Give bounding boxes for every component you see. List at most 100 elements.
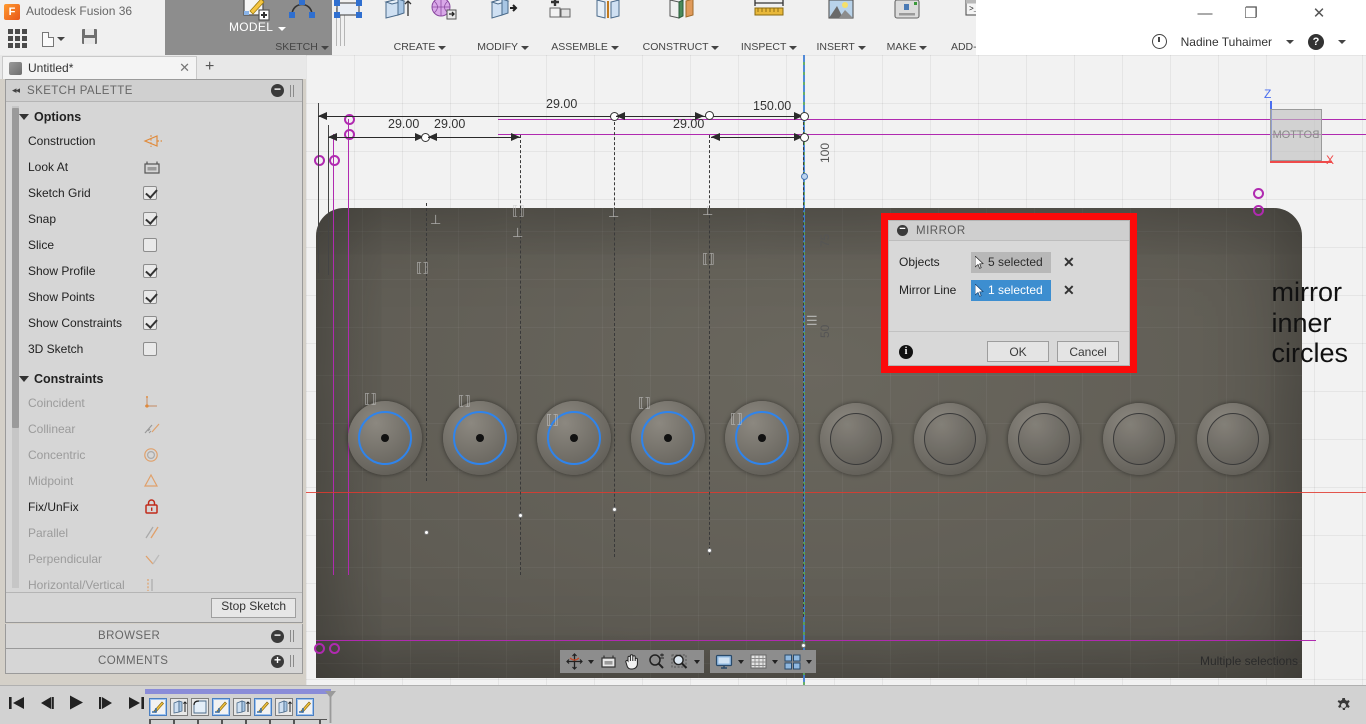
joint-button[interactable] xyxy=(585,0,631,47)
help-icon[interactable]: ? xyxy=(1308,33,1324,50)
pan-button[interactable] xyxy=(622,652,642,671)
3d-sketch-checkbox[interactable] xyxy=(143,342,157,356)
browser-panel-header[interactable]: BROWSER − xyxy=(5,624,303,649)
add-tab-button[interactable]: + xyxy=(205,58,214,76)
app-grid-button[interactable] xyxy=(8,29,28,49)
dim-right-29[interactable]: 29.00 xyxy=(673,117,704,131)
construction-line-3[interactable] xyxy=(614,117,615,557)
construction-line-2[interactable] xyxy=(520,135,521,575)
sketch-line-left-outer[interactable] xyxy=(348,119,349,575)
spline-button[interactable] xyxy=(279,0,325,47)
construction-icon[interactable] xyxy=(143,132,165,150)
origin-point[interactable] xyxy=(801,173,808,180)
display-settings-button[interactable] xyxy=(714,652,734,671)
gear-icon[interactable] xyxy=(1335,697,1352,714)
close-button[interactable]: ✕ xyxy=(1296,0,1342,28)
stop-sketch-button[interactable]: Stop Sketch xyxy=(211,597,296,618)
sketch-point[interactable] xyxy=(344,129,355,140)
collapse-left-icon[interactable]: ◂◂ xyxy=(12,85,20,96)
chevron-down-icon[interactable] xyxy=(1286,39,1294,44)
timeline-sketch-1[interactable] xyxy=(149,698,167,716)
chevron-down-icon[interactable] xyxy=(806,659,812,664)
show-profile-checkbox[interactable] xyxy=(143,264,157,278)
palette-row-show-constraints[interactable]: Show Constraints xyxy=(6,310,302,336)
sketch-line-left-inner[interactable] xyxy=(333,134,334,575)
palette-row-sketch-grid[interactable]: Sketch Grid xyxy=(6,180,302,206)
constraint-glyph[interactable]: ⟦⟧ xyxy=(546,412,559,428)
dim-line-second29[interactable] xyxy=(428,137,520,138)
sketch-point[interactable] xyxy=(1253,188,1264,199)
constraint-glyph[interactable]: ⊥ xyxy=(430,212,441,228)
sketch-line-top-outer[interactable] xyxy=(498,119,1366,120)
hole-1[interactable] xyxy=(348,401,422,475)
mesh-button[interactable] xyxy=(420,0,466,47)
hole-center-point[interactable] xyxy=(664,434,672,442)
timeline-end-marker[interactable] xyxy=(325,691,336,723)
dim-second-29[interactable]: 29.00 xyxy=(434,117,465,131)
ribbon-group-label[interactable]: CONSTRUCT xyxy=(632,41,730,53)
hole-9[interactable] xyxy=(1103,403,1175,475)
ribbon-group-label[interactable]: ASSEMBLE xyxy=(538,41,632,53)
section-header-constraints[interactable]: Constraints xyxy=(6,362,302,390)
look-at-icon[interactable] xyxy=(143,158,165,176)
hole-4[interactable] xyxy=(631,401,705,475)
sketch-line-top-inner[interactable] xyxy=(498,134,1366,135)
clear-selection-icon[interactable]: ✕ xyxy=(1063,282,1075,299)
timeline-fillet-1[interactable] xyxy=(191,698,209,716)
ribbon-group-label[interactable]: MODIFY xyxy=(468,41,538,53)
3d-print-button[interactable] xyxy=(884,0,930,47)
constraint-glyph[interactable]: ⟦⟧ xyxy=(702,251,715,267)
hole-8[interactable] xyxy=(1008,403,1080,475)
sketch-point[interactable] xyxy=(1253,205,1264,216)
3d-canvas[interactable]: 150.00 29.00 29.00 29.00 29.00 100 75 50 xyxy=(306,55,1366,685)
create-sketch-button[interactable] xyxy=(233,0,279,47)
constraint-glyph[interactable]: ⊥ xyxy=(702,203,713,219)
palette-row-snap[interactable]: Snap xyxy=(6,206,302,232)
close-icon[interactable]: ✕ xyxy=(179,60,190,76)
hole-inner[interactable] xyxy=(1113,413,1165,465)
sketch-point[interactable] xyxy=(314,155,325,166)
dim-top-29[interactable]: 29.00 xyxy=(546,97,577,111)
palette-row-slice[interactable]: Slice xyxy=(6,232,302,258)
info-icon[interactable]: i xyxy=(899,344,913,359)
dim-line-left29[interactable] xyxy=(328,137,424,138)
ribbon-group-label[interactable]: SKETCH xyxy=(232,41,372,53)
construction-point[interactable] xyxy=(424,530,429,535)
constraint-glyph[interactable]: ⟦⟧ xyxy=(416,260,429,276)
hole-2[interactable] xyxy=(443,401,517,475)
chevron-down-icon[interactable] xyxy=(738,659,744,664)
timeline-track[interactable] xyxy=(145,689,331,694)
constraint-glyph[interactable]: ⟦⟧ xyxy=(458,393,471,409)
ribbon-group-label[interactable]: MAKE xyxy=(874,41,940,53)
slice-checkbox[interactable] xyxy=(143,238,157,252)
hole-center-point[interactable] xyxy=(570,434,578,442)
construction-point[interactable] xyxy=(707,548,712,553)
chevron-down-icon[interactable] xyxy=(772,659,778,664)
ok-button[interactable]: OK xyxy=(987,341,1049,362)
hole-10[interactable] xyxy=(1197,403,1269,475)
save-button[interactable] xyxy=(82,29,102,49)
hole-inner[interactable] xyxy=(830,413,882,465)
insert-image-button[interactable] xyxy=(818,0,864,47)
jump-start-button[interactable] xyxy=(8,695,25,716)
minus-circle-icon[interactable]: − xyxy=(271,629,284,643)
palette-row-show-points[interactable]: Show Points xyxy=(6,284,302,310)
chevron-down-icon[interactable] xyxy=(694,659,700,664)
cancel-button[interactable]: Cancel xyxy=(1057,341,1119,362)
constraint-glyph[interactable]: ⊥ xyxy=(512,225,523,241)
orbit-button[interactable] xyxy=(564,652,584,671)
dim-point[interactable] xyxy=(705,111,714,120)
document-tab[interactable]: Untitled* ✕ xyxy=(2,56,197,79)
timeline-sketch-2[interactable] xyxy=(212,698,230,716)
show-points-checkbox[interactable] xyxy=(143,290,157,304)
sketch-point[interactable] xyxy=(314,643,325,654)
new-document-button[interactable] xyxy=(42,29,68,49)
timeline-extrude-1[interactable] xyxy=(170,698,188,716)
measure-button[interactable] xyxy=(746,0,792,47)
new-component-button[interactable] xyxy=(539,0,585,47)
view-cube-face[interactable]: BOTTOM xyxy=(1270,109,1322,161)
hole-center-point[interactable] xyxy=(758,434,766,442)
play-button[interactable] xyxy=(68,694,85,716)
construction-line-5[interactable] xyxy=(803,117,804,617)
dim-point[interactable] xyxy=(800,112,809,121)
